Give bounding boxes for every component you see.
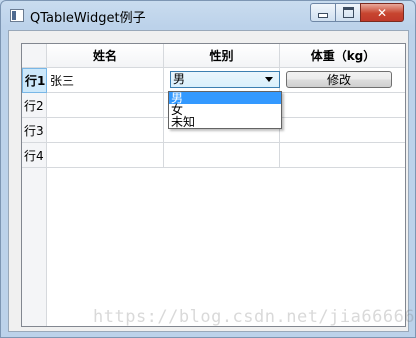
maximize-button[interactable]	[335, 3, 361, 22]
dropdown-option-male[interactable]: 男	[169, 92, 281, 104]
gender-dropdown-list[interactable]: 男 女 未知	[168, 91, 282, 129]
client-area: 姓名 性别 体重（kg） 行1 行2 行3 行4 张三 男 修改 男 女 未知	[8, 30, 409, 332]
row-header-1[interactable]: 行1	[22, 68, 47, 93]
window-title: QTableWidget例子	[30, 11, 146, 26]
watermark-text: https://blog.csdn.net/jia666666	[93, 307, 416, 327]
cell-name-row4[interactable]	[47, 143, 164, 168]
column-header-name[interactable]: 姓名	[47, 44, 164, 68]
cell-name-row2[interactable]	[47, 93, 164, 118]
main-window: QTableWidget例子 姓名 性别 体重（kg） 行1 行2 行3 行4 …	[0, 0, 416, 338]
row-header-3[interactable]: 行3	[22, 118, 47, 143]
gender-combobox-value: 男	[173, 72, 186, 86]
modify-button[interactable]: 修改	[286, 71, 392, 88]
table-corner-button[interactable]	[22, 44, 47, 68]
gender-combobox[interactable]: 男	[170, 71, 280, 88]
row-header-2[interactable]: 行2	[22, 93, 47, 118]
cell-name-row3[interactable]	[47, 118, 164, 143]
close-button[interactable]	[360, 3, 404, 22]
app-window-icon	[10, 9, 24, 22]
cell-weight-row4[interactable]	[280, 143, 405, 168]
dropdown-option-unknown[interactable]: 未知	[169, 116, 281, 128]
column-header-weight[interactable]: 体重（kg）	[280, 44, 405, 68]
table-widget[interactable]: 姓名 性别 体重（kg） 行1 行2 行3 行4 张三 男 修改 男 女 未知	[21, 43, 406, 327]
cell-gender-row4[interactable]	[164, 143, 280, 168]
column-header-gender[interactable]: 性别	[164, 44, 280, 68]
minimize-button[interactable]	[310, 3, 336, 22]
cell-weight-row3[interactable]	[280, 118, 405, 143]
title-bar[interactable]: QTableWidget例子	[1, 1, 415, 29]
cell-name-row1[interactable]: 张三	[47, 68, 164, 93]
row-header-4[interactable]: 行4	[22, 143, 47, 168]
chevron-down-icon[interactable]	[265, 77, 273, 82]
cell-weight-row2[interactable]	[280, 93, 405, 118]
